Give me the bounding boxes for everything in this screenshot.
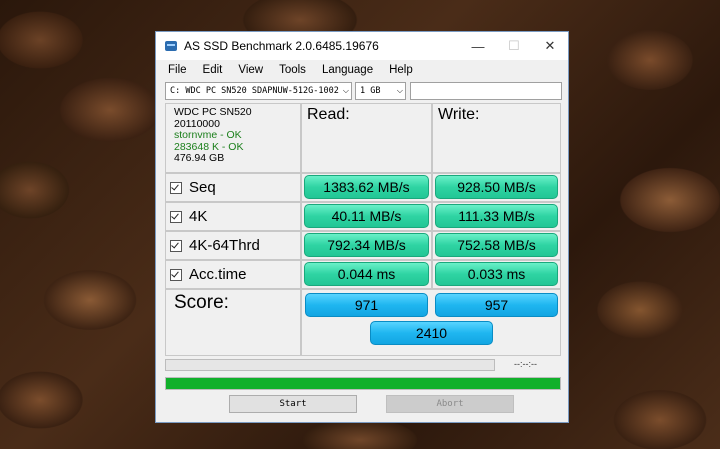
row-4k-label[interactable]: 4K (165, 202, 301, 231)
drive-capacity: 476.94 GB (174, 152, 225, 164)
start-button[interactable]: Start (229, 395, 357, 413)
checkbox-icon[interactable] (170, 239, 182, 252)
size-select-value: 1 GB (360, 86, 381, 96)
score-label: Score: (165, 289, 301, 356)
title-bar[interactable]: AS SSD Benchmark 2.0.6485.19676 — ☐ ✕ (156, 32, 568, 60)
window-title: AS SSD Benchmark 2.0.6485.19676 (184, 39, 379, 53)
abort-button[interactable]: Abort (386, 395, 514, 413)
4k-write-value: 111.33 MB/s (435, 204, 558, 228)
checkbox-icon[interactable] (170, 181, 182, 194)
row-acc-text: Acc.time (189, 266, 247, 283)
score-read-value: 971 (305, 293, 428, 317)
progress-fill (166, 378, 560, 389)
size-select[interactable]: 1 GB ⌵ (355, 82, 406, 100)
drive-select-value: C: WDC PC SN520 SDAPNUW-512G-1002 (170, 86, 339, 96)
minimize-icon[interactable]: — (460, 32, 496, 60)
4k64-read-value: 792.34 MB/s (304, 233, 429, 257)
row-4k64-label[interactable]: 4K-64Thrd (165, 231, 301, 260)
overall-progress-bar (165, 377, 561, 390)
toolbar: C: WDC PC SN520 SDAPNUW-512G-1002 ⌵ 1 GB… (156, 80, 568, 104)
info-field[interactable] (410, 82, 562, 100)
chevron-down-icon: ⌵ (342, 86, 349, 95)
menu-language[interactable]: Language (316, 64, 379, 76)
4k-read-value: 40.11 MB/s (304, 204, 429, 228)
score-total-value: 2410 (370, 321, 493, 345)
test-progress-bar (165, 359, 495, 371)
row-acc-label[interactable]: Acc.time (165, 260, 301, 289)
results-grid: WDC PC SN520 20110000 stornvme - OK 2836… (165, 103, 561, 356)
app-icon (164, 39, 178, 53)
row-4k-text: 4K (189, 208, 208, 225)
menu-view[interactable]: View (232, 64, 269, 76)
4k64-write-value: 752.58 MB/s (435, 233, 558, 257)
checkbox-icon[interactable] (170, 268, 182, 281)
read-header: Read: (301, 103, 432, 173)
drive-select[interactable]: C: WDC PC SN520 SDAPNUW-512G-1002 ⌵ (165, 82, 352, 100)
score-write-value: 957 (435, 293, 558, 317)
write-header: Write: (432, 103, 561, 173)
close-icon[interactable]: ✕ (532, 32, 568, 60)
menu-tools[interactable]: Tools (273, 64, 312, 76)
acc-write-value: 0.033 ms (435, 262, 558, 286)
drive-model: WDC PC SN520 (174, 106, 252, 118)
menu-help[interactable]: Help (383, 64, 419, 76)
drive-info-panel: WDC PC SN520 20110000 stornvme - OK 2836… (165, 103, 301, 173)
menu-bar: File Edit View Tools Language Help (156, 60, 568, 80)
menu-edit[interactable]: Edit (197, 64, 229, 76)
maximize-icon[interactable]: ☐ (496, 32, 532, 60)
acc-read-value: 0.044 ms (304, 262, 429, 286)
seq-write-value: 928.50 MB/s (435, 175, 558, 199)
chevron-down-icon: ⌵ (396, 86, 403, 95)
checkbox-icon[interactable] (170, 210, 182, 223)
elapsed-time: --:--:-- (514, 359, 537, 369)
as-ssd-window: AS SSD Benchmark 2.0.6485.19676 — ☐ ✕ Fi… (155, 31, 569, 423)
row-seq-label[interactable]: Seq (165, 173, 301, 202)
driver-status: stornvme - OK (174, 129, 242, 141)
menu-file[interactable]: File (162, 64, 193, 76)
row-seq-text: Seq (189, 179, 216, 196)
row-4k64-text: 4K-64Thrd (189, 237, 260, 254)
seq-read-value: 1383.62 MB/s (304, 175, 429, 199)
